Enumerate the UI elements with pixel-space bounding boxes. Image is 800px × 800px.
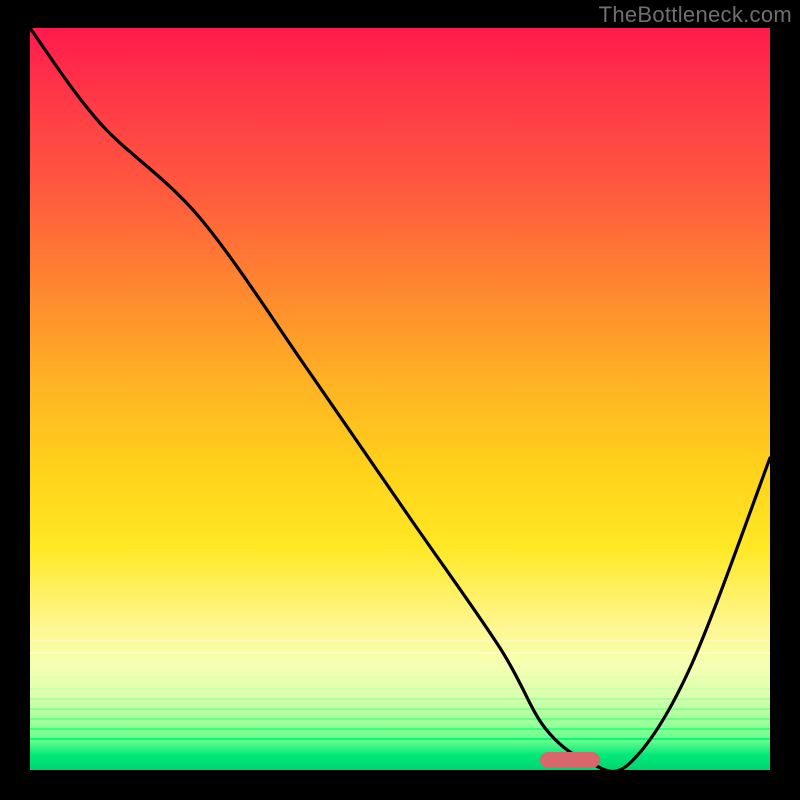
optimal-range-marker	[540, 752, 600, 768]
plot-area	[30, 28, 770, 770]
watermark-text: TheBottleneck.com	[599, 2, 792, 28]
curve-path	[30, 28, 770, 770]
curve-svg	[30, 28, 770, 770]
chart-frame: TheBottleneck.com	[0, 0, 800, 800]
